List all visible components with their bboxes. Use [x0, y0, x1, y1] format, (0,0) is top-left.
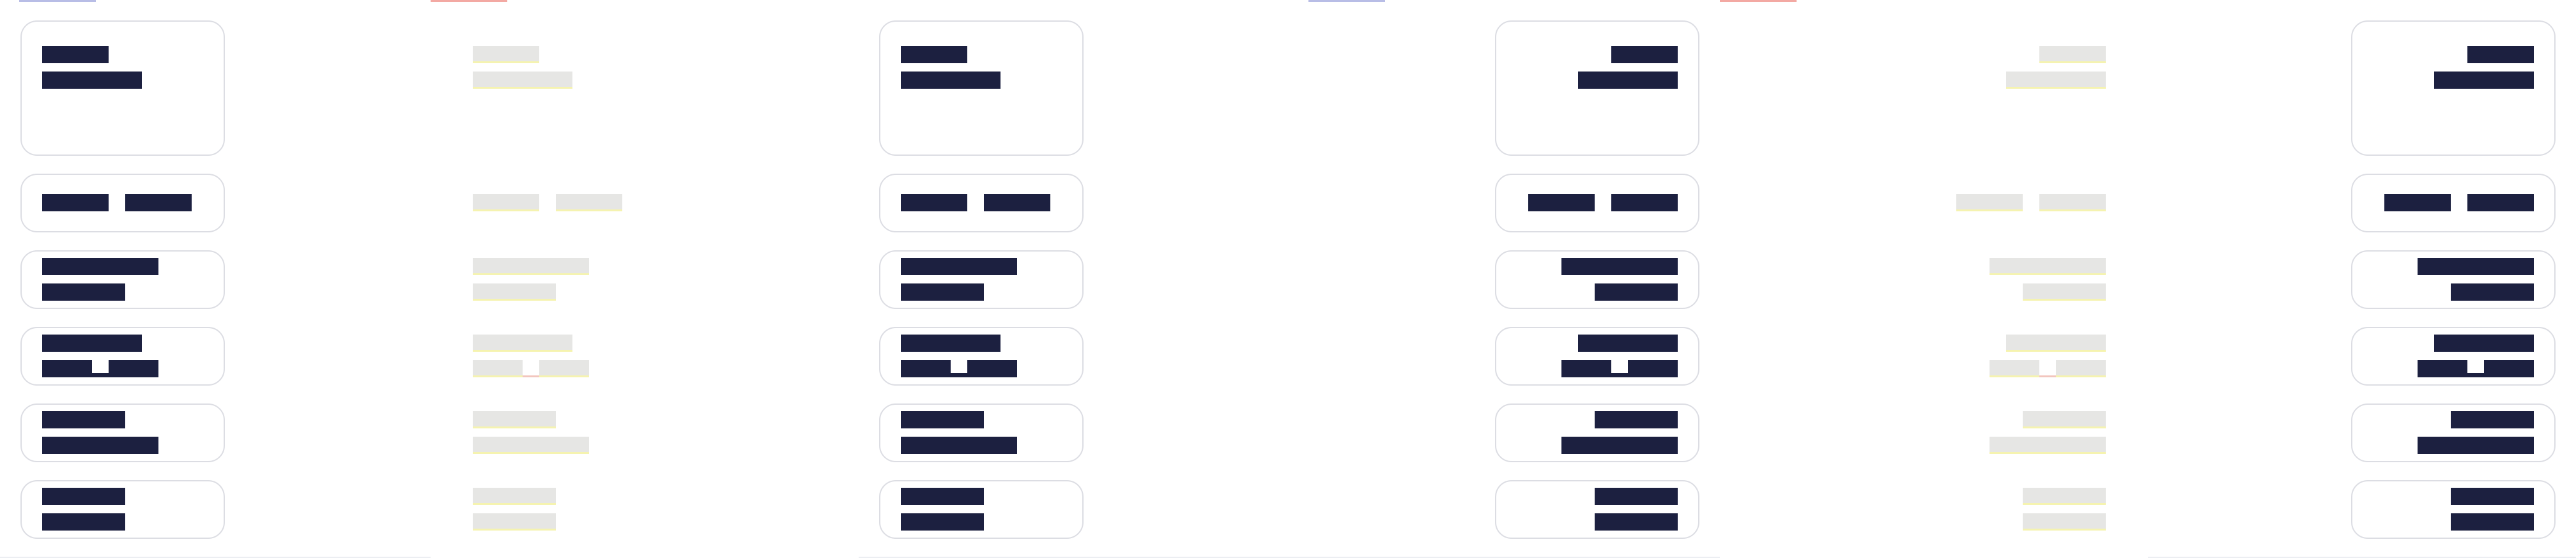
skeleton-text-bar — [901, 194, 967, 211]
skeleton-text-bar — [42, 335, 142, 352]
ghost-text-bar — [2023, 513, 2106, 531]
skeleton-text-bar — [901, 283, 984, 301]
skeleton-text-bar — [1561, 437, 1678, 454]
skeleton-text-bar — [2434, 335, 2534, 352]
skeleton-text-bar — [1595, 488, 1678, 505]
ghost-text-bar — [473, 488, 556, 505]
panel-cards-left-1 — [0, 0, 431, 558]
ghost-text-bar — [1989, 258, 2106, 275]
skeleton-text-bar — [1595, 411, 1678, 428]
panel-cards-left-2 — [859, 0, 1289, 558]
skeleton-text-bar — [984, 194, 1050, 211]
ghost-notch-accent — [523, 375, 539, 377]
skeleton-text-bar — [42, 258, 158, 275]
skeleton-text-bar — [2418, 437, 2534, 454]
ghost-text-bar — [473, 437, 589, 454]
ghost-text-bar — [2039, 46, 2106, 63]
skeleton-text-bar — [2451, 488, 2534, 505]
skeleton-text-bar — [1611, 46, 1678, 63]
skeleton-text-bar — [42, 437, 158, 454]
skeleton-text-bar — [125, 194, 192, 211]
ghost-text-bar — [473, 411, 556, 428]
ghost-text-bar — [473, 194, 539, 211]
skeleton-text-bar — [2451, 283, 2534, 301]
skeleton-text-bar — [1595, 283, 1678, 301]
ghost-text-bar — [2006, 72, 2106, 89]
ghost-text-bar — [473, 46, 539, 63]
skeleton-notch — [1611, 359, 1628, 373]
skeleton-text-bar — [2451, 411, 2534, 428]
ghost-notch — [523, 359, 539, 375]
skeleton-text-bar — [42, 513, 125, 531]
skeleton-text-bar — [901, 335, 1000, 352]
ghost-notch — [2039, 359, 2056, 375]
skeleton-text-bar — [901, 513, 984, 531]
panel-ghost-left — [431, 0, 859, 558]
skeleton-text-bar — [42, 488, 125, 505]
skeleton-text-bar — [42, 283, 125, 301]
ghost-text-bar — [2023, 411, 2106, 428]
skeleton-text-bar — [2434, 72, 2534, 89]
active-tab-indicator — [1720, 0, 1797, 2]
skeleton-text-bar — [1578, 72, 1678, 89]
ghost-text-bar — [1989, 437, 2106, 454]
skeleton-text-bar — [1528, 194, 1595, 211]
skeleton-text-bar — [1561, 258, 1678, 275]
skeleton-text-bar — [1611, 194, 1678, 211]
skeleton-text-bar — [901, 488, 984, 505]
ghost-text-bar — [473, 513, 556, 531]
skeleton-text-bar — [901, 46, 967, 63]
active-tab-indicator — [19, 0, 96, 2]
skeleton-text-bar — [1578, 335, 1678, 352]
ghost-text-bar — [2023, 283, 2106, 301]
ghost-text-bar — [2039, 194, 2106, 211]
ghost-notch-accent — [2039, 375, 2056, 377]
panel-cards-right-2 — [2148, 0, 2576, 558]
skeleton-text-bar — [42, 194, 109, 211]
active-tab-indicator — [431, 0, 507, 2]
skeleton-text-bar — [1595, 513, 1678, 531]
skeleton-text-bar — [2418, 258, 2534, 275]
skeleton-text-bar — [901, 72, 1000, 89]
skeleton-text-bar — [2467, 194, 2534, 211]
skeleton-text-bar — [42, 46, 109, 63]
skeleton-text-bar — [901, 258, 1017, 275]
skeleton-text-bar — [901, 437, 1017, 454]
skeleton-notch — [92, 359, 109, 373]
panel-cards-right-1 — [1289, 0, 1720, 558]
placeholder-layout-canvas — [0, 0, 2576, 558]
active-tab-indicator — [1308, 0, 1385, 2]
ghost-text-bar — [473, 72, 572, 89]
ghost-text-bar — [473, 258, 589, 275]
skeleton-notch — [951, 359, 967, 373]
panel-ghost-right — [1720, 0, 2148, 558]
ghost-text-bar — [473, 283, 556, 301]
ghost-text-bar — [2023, 488, 2106, 505]
skeleton-notch — [2467, 359, 2484, 373]
skeleton-text-bar — [2467, 46, 2534, 63]
skeleton-text-bar — [2451, 513, 2534, 531]
skeleton-text-bar — [42, 411, 125, 428]
ghost-text-bar — [556, 194, 622, 211]
skeleton-text-bar — [901, 411, 984, 428]
ghost-text-bar — [2006, 335, 2106, 352]
skeleton-text-bar — [42, 72, 142, 89]
ghost-text-bar — [1956, 194, 2023, 211]
skeleton-text-bar — [2384, 194, 2451, 211]
ghost-text-bar — [473, 335, 572, 352]
